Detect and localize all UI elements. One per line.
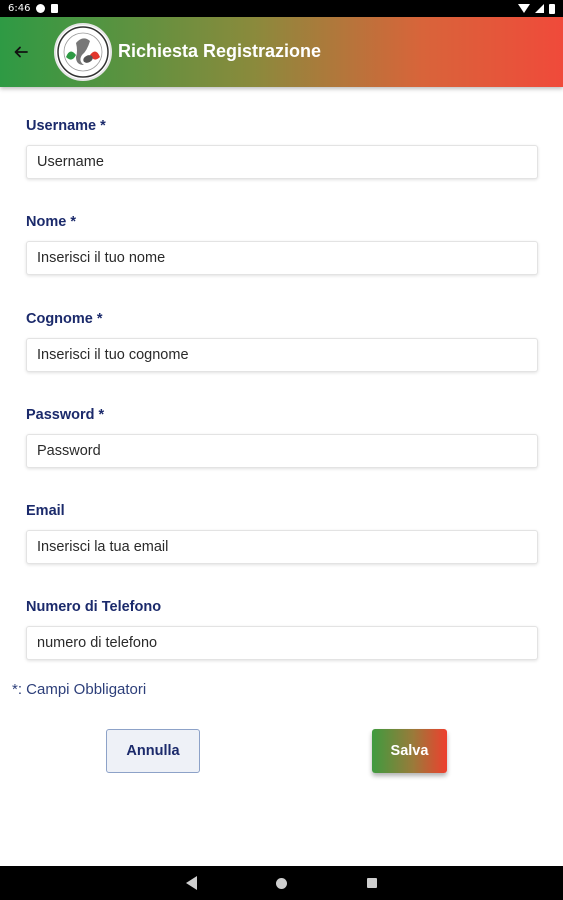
- nome-input[interactable]: [26, 241, 538, 275]
- password-field-group: Password *: [26, 405, 538, 468]
- cognome-label: Cognome *: [26, 311, 103, 327]
- username-field-group: Username *: [26, 116, 538, 179]
- notification-icon: [36, 4, 46, 13]
- nav-home-icon[interactable]: [276, 878, 287, 889]
- email-label: Email: [26, 503, 65, 519]
- phone-label: Numero di Telefono: [26, 599, 162, 615]
- signal-icon: [535, 4, 544, 13]
- password-input[interactable]: [26, 434, 538, 468]
- username-input[interactable]: [26, 145, 538, 179]
- arrow-left-icon: [14, 46, 28, 58]
- status-bar-right: [518, 3, 555, 14]
- status-bar: 6:46: [0, 0, 563, 17]
- cognome-input[interactable]: [26, 338, 538, 372]
- phone-input[interactable]: [26, 626, 538, 660]
- nav-back-icon[interactable]: [186, 876, 197, 890]
- cancel-button[interactable]: Annulla: [106, 729, 200, 773]
- status-time: 6:46: [8, 3, 31, 14]
- email-input[interactable]: [26, 530, 538, 564]
- save-button[interactable]: Salva: [372, 729, 447, 773]
- password-label: Password *: [26, 407, 105, 423]
- back-button[interactable]: [8, 39, 34, 65]
- required-fields-note: *: Campi Obbligatori: [12, 681, 147, 698]
- battery-icon: [549, 3, 555, 14]
- username-label: Username *: [26, 118, 106, 134]
- club-logo: [54, 23, 112, 81]
- nome-field-group: Nome *: [26, 212, 538, 275]
- logo-image: [57, 26, 109, 78]
- app-bar: Richiesta Registrazione: [0, 17, 563, 87]
- status-bar-left: 6:46: [8, 3, 59, 14]
- page-title: Richiesta Registrazione: [118, 41, 322, 61]
- nav-recents-icon[interactable]: [367, 878, 377, 888]
- system-nav-bar: [0, 866, 563, 900]
- storage-icon: [51, 4, 59, 13]
- nome-label: Nome *: [26, 214, 76, 230]
- wifi-icon: [518, 4, 530, 13]
- phone-field-group: Numero di Telefono: [26, 597, 538, 660]
- email-field-group: Email: [26, 501, 538, 564]
- cognome-field-group: Cognome *: [26, 309, 538, 372]
